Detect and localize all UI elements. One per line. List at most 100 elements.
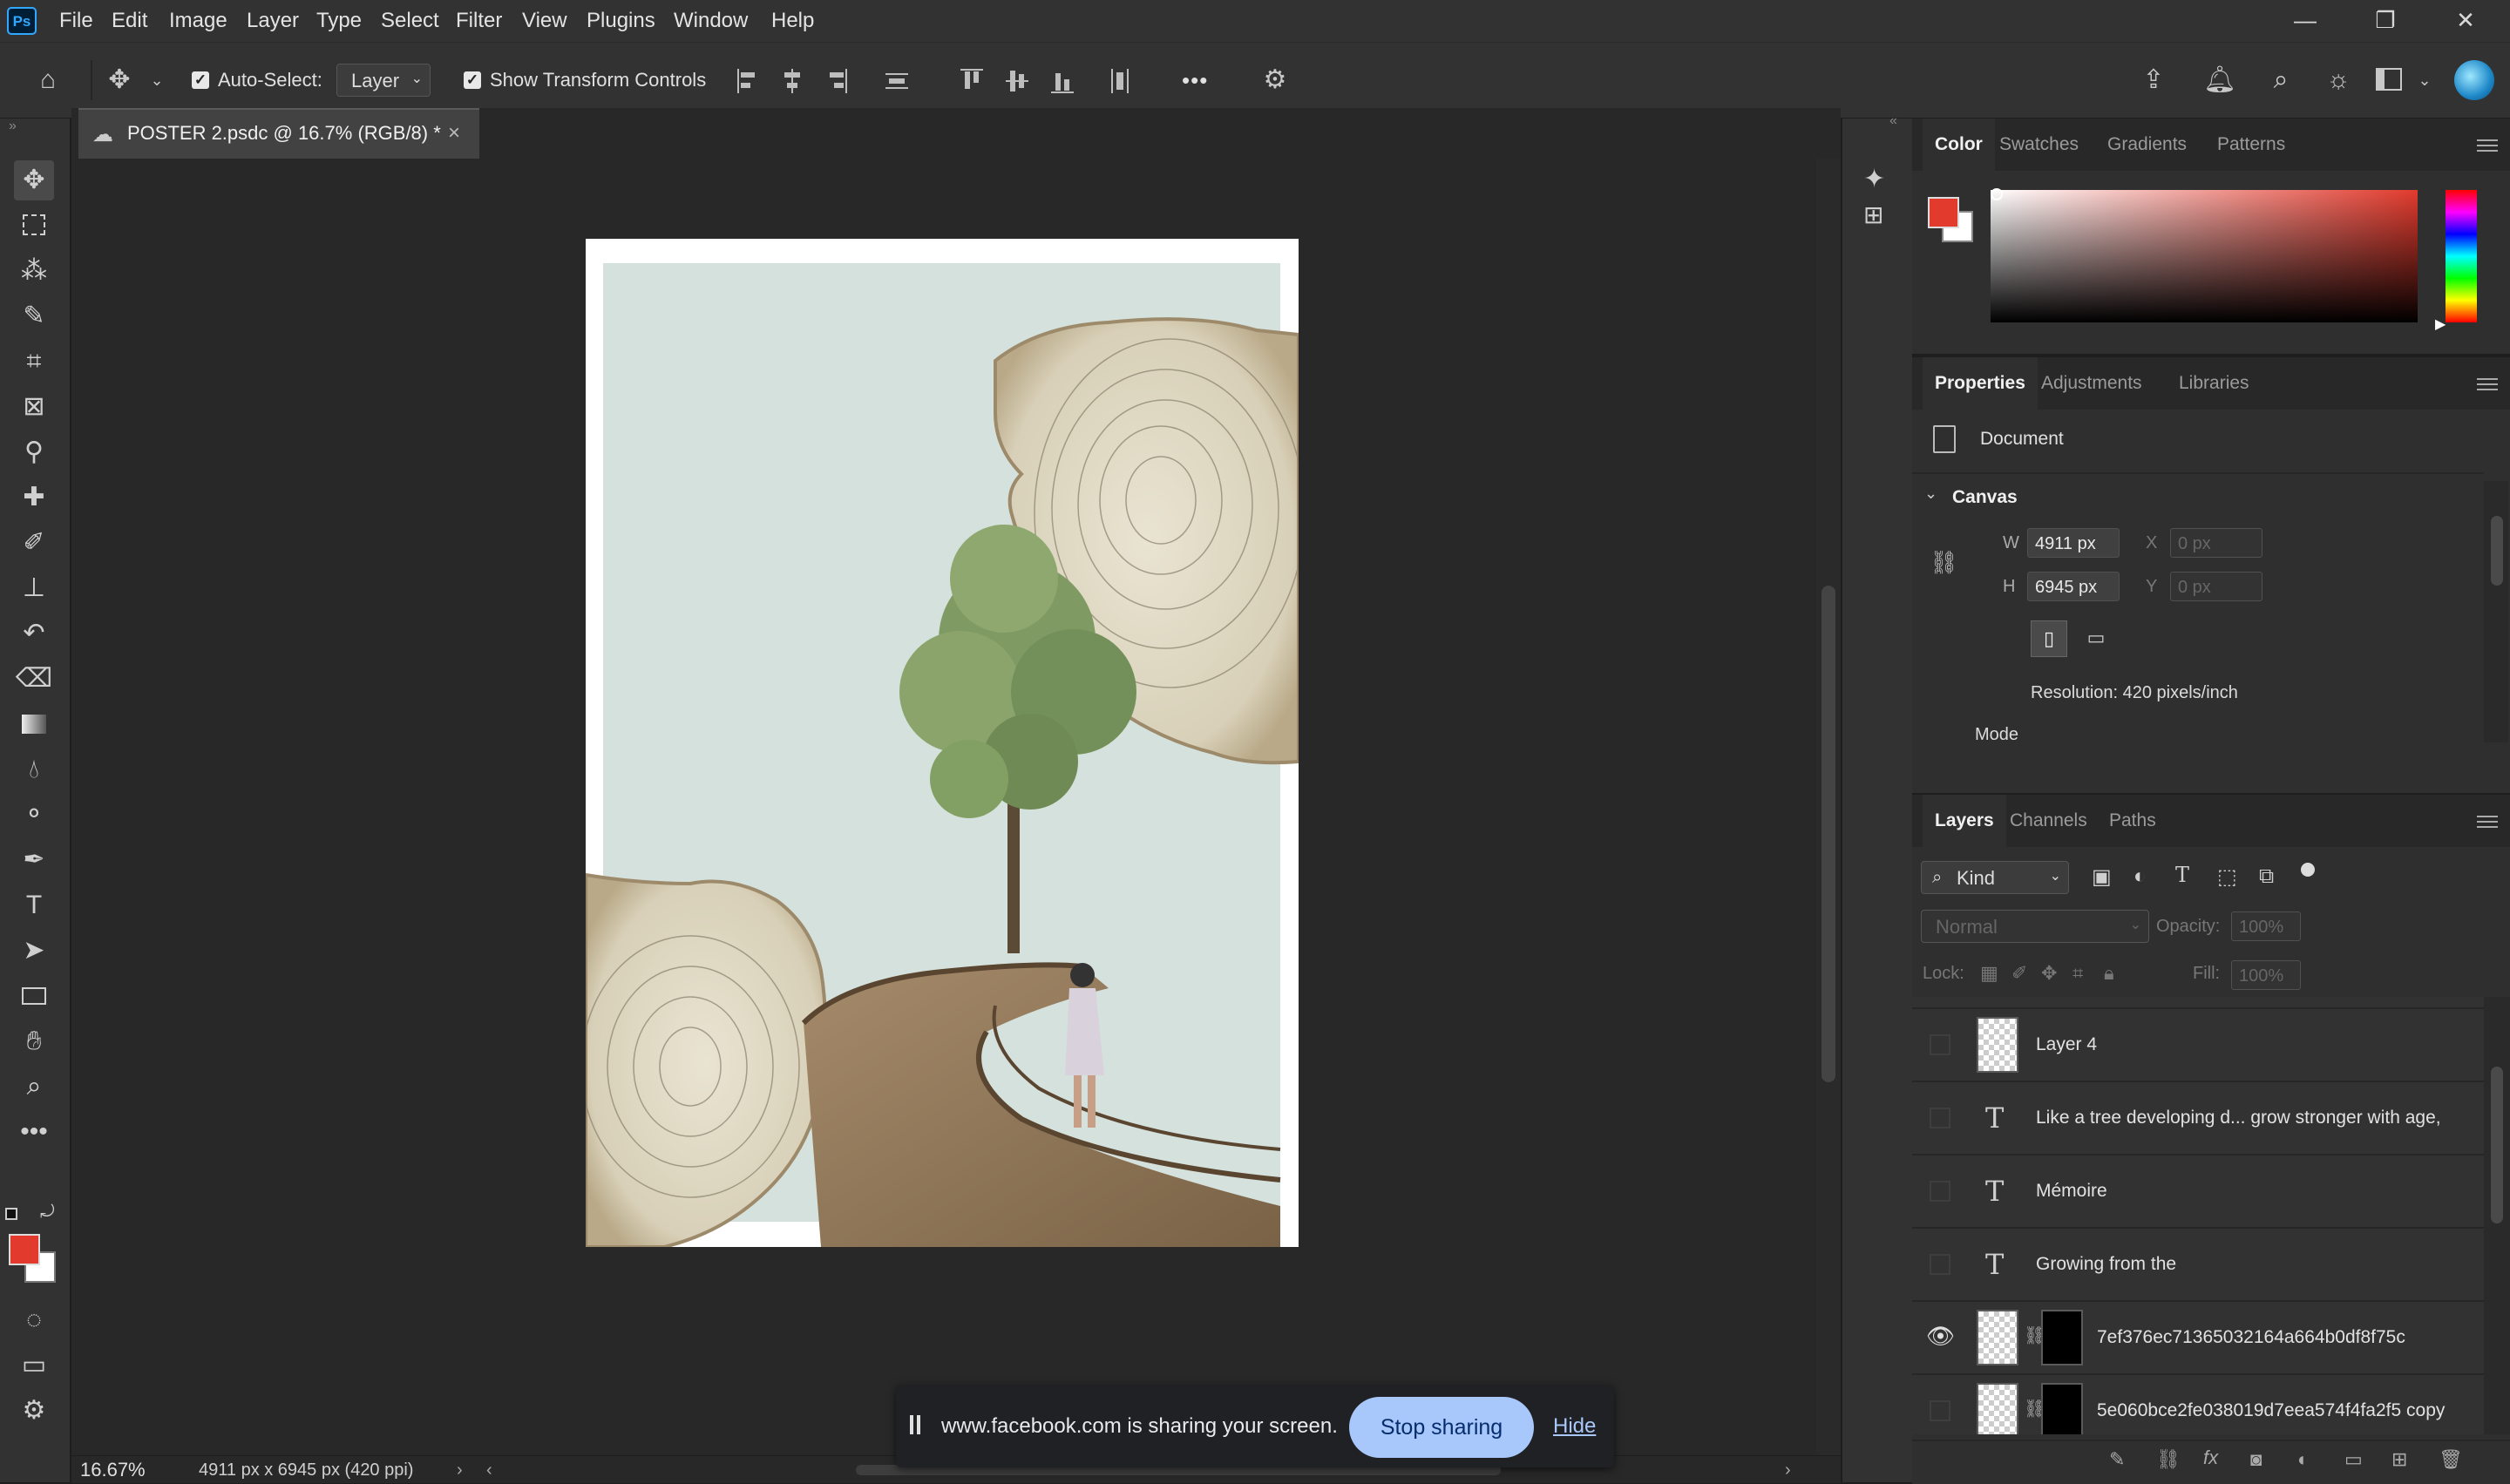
zoom-tool-icon[interactable]: ⌕ — [14, 1067, 54, 1107]
scroll-right-icon[interactable]: › — [1785, 1456, 1791, 1484]
visibility-toggle[interactable] — [1930, 1181, 1950, 1202]
object-select-tool-icon[interactable]: ⁂ — [14, 251, 54, 291]
crop-tool-icon[interactable]: ⌗ — [14, 342, 54, 382]
scrollbar-thumb[interactable] — [1821, 586, 1835, 1082]
move-tool-icon[interactable]: ✥ — [14, 160, 54, 200]
gradient-tool-icon[interactable] — [14, 704, 54, 744]
filter-pixel-icon[interactable]: ▣ — [2092, 864, 2112, 890]
layer-mask-thumbnail[interactable] — [2041, 1310, 2083, 1365]
layer-row[interactable]: T Like a tree developing d... grow stron… — [1912, 1082, 2484, 1155]
zoom-level[interactable]: 16.67% — [80, 1456, 146, 1484]
fx-icon[interactable]: fx — [2203, 1447, 2218, 1469]
new-group-icon[interactable]: ▭ — [2344, 1448, 2363, 1471]
menu-layer[interactable]: Layer — [247, 0, 299, 42]
menu-file[interactable]: File — [59, 0, 93, 42]
link-layers-icon[interactable]: ⛓ — [2156, 1448, 2181, 1471]
color-field[interactable] — [1991, 190, 2418, 322]
home-icon[interactable]: ⌂ — [26, 43, 70, 118]
layer-row[interactable]: T Mémoire — [1912, 1155, 2484, 1229]
menu-window[interactable]: Window — [674, 0, 748, 42]
edit-toolbar-icon[interactable]: ⚙ — [14, 1391, 54, 1431]
more-tools-icon[interactable]: ••• — [14, 1112, 54, 1152]
layer-row[interactable]: Layer 4 — [1912, 1009, 2484, 1082]
trash-icon[interactable]: 🗑︎ — [2439, 1448, 2463, 1471]
bell-icon[interactable]: 🔔︎ — [2200, 43, 2240, 118]
visibility-toggle[interactable] — [1930, 1400, 1950, 1421]
more-options-button[interactable]: ••• — [1182, 43, 1208, 118]
tab-swatches[interactable]: Swatches — [1999, 119, 2079, 171]
quick-select-tool-icon[interactable]: ✎ — [14, 296, 54, 336]
visibility-toggle[interactable] — [1930, 1254, 1950, 1275]
screen-mode-icon[interactable]: ▭ — [14, 1345, 54, 1386]
color-picker-marker[interactable] — [1991, 188, 2003, 200]
panel-menu-icon[interactable] — [2477, 136, 2498, 153]
align-right-icon[interactable] — [826, 65, 849, 97]
filter-toggle-icon[interactable] — [2301, 863, 2315, 877]
properties-panel-icon[interactable]: ✦ — [1863, 164, 1885, 194]
distribute-horizontal-icon[interactable] — [1109, 65, 1131, 97]
portrait-orientation-button[interactable]: ▯ — [2031, 620, 2067, 657]
poster-canvas[interactable] — [586, 239, 1299, 1247]
pen-tool-icon[interactable]: ✒ — [14, 840, 54, 880]
rectangle-tool-icon[interactable] — [14, 976, 54, 1016]
chevron-right-icon[interactable]: › — [457, 1456, 463, 1484]
landscape-orientation-button[interactable]: ▭ — [2078, 620, 2114, 657]
collapse-chevron-icon[interactable]: « — [1889, 113, 1897, 129]
history-panel-icon[interactable]: ⊞ — [1863, 200, 1883, 229]
hue-slider-handle-icon[interactable]: ▶ — [2435, 315, 2446, 333]
chevron-down-icon[interactable]: ⌄ — [2414, 43, 2435, 118]
tab-gradients[interactable]: Gradients — [2107, 119, 2187, 171]
tab-libraries[interactable]: Libraries — [2179, 357, 2249, 410]
layer-row[interactable]: T Growing from the — [1912, 1229, 2484, 1302]
type-tool-icon[interactable]: T — [14, 885, 54, 925]
menu-view[interactable]: View — [522, 0, 567, 42]
path-select-tool-icon[interactable]: ➤ — [14, 931, 54, 971]
workspace-icon[interactable] — [2376, 68, 2402, 91]
vertical-scrollbar[interactable] — [1816, 159, 1841, 1455]
quick-mask-icon[interactable]: ◌ — [14, 1300, 54, 1340]
tab-layers[interactable]: Layers — [1923, 795, 2006, 847]
frame-tool-icon[interactable]: ⊠ — [14, 387, 54, 427]
brush-tool-icon[interactable]: ✐ — [14, 523, 54, 563]
eyedropper-tool-icon[interactable]: ⚲ — [14, 432, 54, 472]
show-transform-checkbox[interactable]: ✓ — [464, 71, 481, 89]
filter-shape-icon[interactable]: ⬚ — [2217, 864, 2237, 890]
avatar[interactable] — [2454, 60, 2494, 100]
stop-sharing-button[interactable]: Stop sharing — [1349, 1397, 1534, 1458]
lightbulb-icon[interactable]: ☼ — [2318, 43, 2358, 118]
menu-type[interactable]: Type — [316, 0, 362, 42]
tab-properties[interactable]: Properties — [1923, 357, 2038, 410]
scroll-left-icon[interactable]: ‹ — [486, 1456, 492, 1484]
share-icon[interactable]: ⇪ — [2134, 43, 2174, 118]
auto-select-checkbox[interactable]: ✓ — [192, 71, 209, 89]
layer-row[interactable]: 👁︎ ⛓ 7ef376ec71365032164a664b0df8f75c — [1912, 1302, 2484, 1375]
gear-icon[interactable]: ⚙ — [1255, 43, 1295, 118]
new-layer-icon[interactable]: ⊞ — [2391, 1448, 2407, 1471]
search-icon[interactable]: ⌕ — [2261, 43, 2301, 118]
default-colors-icon[interactable] — [5, 1208, 17, 1220]
swap-colors-icon[interactable]: ⤾ — [40, 1203, 55, 1223]
chevron-down-icon[interactable]: ⌄ — [141, 43, 173, 118]
dodge-tool-icon[interactable]: ⚬ — [14, 795, 54, 835]
chevron-down-icon[interactable]: ⌄ — [1924, 485, 1937, 503]
history-brush-tool-icon[interactable]: ↶ — [14, 613, 54, 654]
brush-icon[interactable]: ✎ — [2109, 1448, 2125, 1471]
blur-tool-icon[interactable]: 💧︎ — [14, 749, 54, 789]
visibility-toggle[interactable] — [1930, 1034, 1950, 1055]
tab-channels[interactable]: Channels — [2010, 795, 2087, 847]
align-left-icon[interactable] — [736, 65, 758, 97]
menu-help[interactable]: Help — [771, 0, 814, 42]
add-mask-icon[interactable]: ◙ — [2250, 1448, 2262, 1471]
auto-select-target-dropdown[interactable]: Layer ⌄ — [336, 64, 431, 97]
foreground-color-swatch[interactable] — [1928, 197, 1959, 228]
properties-scrollbar[interactable] — [2484, 481, 2508, 742]
align-center-h-icon[interactable] — [781, 65, 804, 97]
menu-edit[interactable]: Edit — [112, 0, 147, 42]
panel-menu-icon[interactable] — [2477, 375, 2498, 392]
align-top-icon[interactable] — [960, 65, 983, 97]
close-tab-button[interactable]: × — [448, 110, 460, 157]
layer-mask-thumbnail[interactable] — [2041, 1383, 2083, 1434]
tab-adjustments[interactable]: Adjustments — [2041, 357, 2142, 410]
distribute-vertical-icon[interactable] — [884, 65, 910, 97]
minimize-button[interactable]: — — [2266, 0, 2344, 42]
